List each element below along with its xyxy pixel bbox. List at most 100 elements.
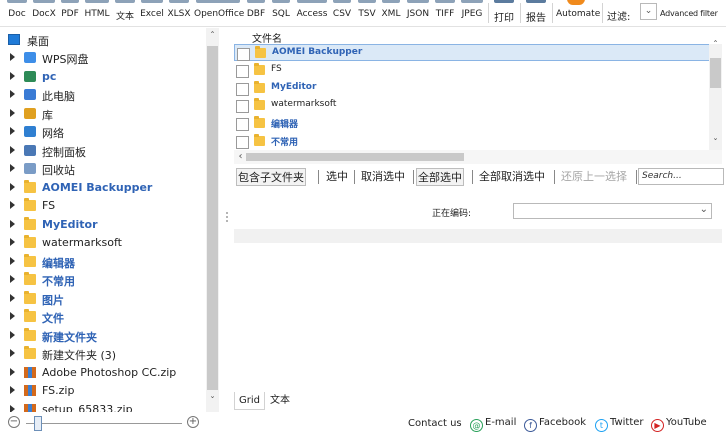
export-doc-button[interactable]: Doc	[5, 0, 29, 26]
file-list-vscroll-thumb[interactable]	[710, 58, 721, 88]
expand-arrow-icon[interactable]	[10, 201, 15, 209]
select-all-button[interactable]: 全部选中	[416, 168, 464, 186]
export-openoffice-button[interactable]: OpenOffice	[194, 0, 244, 26]
export-tiff-button[interactable]: TIFF	[433, 0, 457, 26]
tree-item[interactable]: 新建文件夹 (3)	[0, 345, 204, 363]
expand-arrow-icon[interactable]	[10, 404, 15, 412]
zoom-out-icon[interactable]: −	[8, 416, 20, 428]
expand-arrow-icon[interactable]	[10, 53, 15, 61]
row-checkbox[interactable]	[236, 82, 249, 96]
file-row[interactable]: AOMEI Backupper	[234, 44, 722, 61]
filename-column-header[interactable]: 文件名	[252, 30, 282, 45]
youtube-link[interactable]: ▶ YouTube	[651, 414, 707, 432]
automate-button[interactable]: Automate	[556, 0, 600, 26]
export-dbf-button[interactable]: DBF	[245, 0, 267, 26]
tree-item[interactable]: watermarksoft	[0, 234, 204, 252]
tree-item[interactable]: pc	[0, 68, 204, 86]
expand-arrow-icon[interactable]	[10, 164, 15, 172]
export-xlsx-button[interactable]: XLSX	[167, 0, 191, 26]
expand-arrow-icon[interactable]	[10, 349, 15, 357]
row-checkbox[interactable]	[236, 64, 249, 78]
restore-previous-selection-button[interactable]: 还原上一选择	[560, 168, 628, 186]
panel-splitter[interactable]	[222, 190, 232, 410]
tab-text[interactable]: 文本	[266, 392, 294, 410]
expand-arrow-icon[interactable]	[10, 145, 15, 154]
tree-item[interactable]: AOMEI Backupper	[0, 179, 204, 197]
export-pdf-button[interactable]: PDF	[59, 0, 81, 26]
export-sql-button[interactable]: SQL	[270, 0, 292, 26]
expand-arrow-icon[interactable]	[10, 386, 15, 394]
file-row[interactable]: 编辑器	[234, 115, 722, 132]
export-docx-button[interactable]: DocX	[31, 0, 57, 26]
expand-arrow-icon[interactable]	[10, 312, 15, 320]
row-checkbox[interactable]	[236, 100, 249, 114]
file-row[interactable]: FS	[234, 62, 722, 79]
deselect-button[interactable]: 取消选中	[360, 168, 406, 186]
scroll-down-icon[interactable]: ˇ	[709, 138, 722, 149]
tree-item[interactable]: WPS网盘	[0, 49, 204, 67]
zoom-in-icon[interactable]: +	[187, 416, 199, 428]
tree-item[interactable]: 回收站	[0, 160, 204, 178]
export-excel-button[interactable]: Excel	[139, 0, 165, 26]
expand-arrow-icon[interactable]	[10, 90, 15, 98]
tree-item[interactable]: 不常用	[0, 271, 204, 289]
expand-arrow-icon[interactable]	[10, 71, 15, 80]
scroll-down-icon[interactable]: ˇ	[206, 396, 219, 407]
print-button[interactable]: 打印	[492, 0, 516, 26]
tree-item[interactable]: 此电脑	[0, 86, 204, 104]
twitter-link[interactable]: t Twitter	[595, 414, 644, 432]
export-csv-button[interactable]: CSV	[331, 0, 353, 26]
row-checkbox[interactable]	[237, 48, 250, 61]
tree-item[interactable]: 网络	[0, 123, 204, 141]
row-checkbox[interactable]	[236, 136, 249, 149]
file-list-hscroll-thumb[interactable]	[246, 153, 464, 161]
facebook-link[interactable]: f Facebook	[524, 414, 586, 432]
export-jpeg-button[interactable]: JPEG	[459, 0, 485, 26]
zoom-slider-track[interactable]	[26, 423, 182, 424]
filter-dropdown-button[interactable]: ⌄	[640, 3, 657, 20]
export-text-button[interactable]: 文本	[113, 0, 137, 26]
tree-item[interactable]: 新建文件夹	[0, 327, 204, 345]
report-button[interactable]: 报告	[524, 0, 548, 26]
expand-arrow-icon[interactable]	[10, 182, 15, 191]
export-xml-button[interactable]: XML	[380, 0, 402, 26]
expand-arrow-icon[interactable]	[10, 108, 15, 117]
expand-arrow-icon[interactable]	[10, 330, 15, 339]
scroll-left-icon[interactable]: ‹	[234, 151, 247, 162]
export-tsv-button[interactable]: TSV	[356, 0, 378, 26]
tree-item[interactable]: setup_65833.zip	[0, 401, 204, 412]
tree-item[interactable]: MyEditor	[0, 216, 204, 234]
tab-grid[interactable]: Grid	[234, 392, 265, 410]
tree-item[interactable]: 文件	[0, 308, 204, 326]
email-link[interactable]: @ E-mail	[470, 414, 516, 432]
tree-item[interactable]: FS.zip	[0, 382, 204, 400]
export-html-button[interactable]: HTML	[83, 0, 111, 26]
scroll-up-icon[interactable]: ˆ	[206, 31, 219, 42]
expand-arrow-icon[interactable]	[10, 256, 15, 265]
tree-item[interactable]: 库	[0, 105, 204, 123]
select-button[interactable]: 选中	[325, 168, 349, 186]
include-subfolders-button[interactable]: 包含子文件夹	[236, 168, 306, 186]
expand-arrow-icon[interactable]	[10, 219, 15, 228]
export-access-button[interactable]: Access	[295, 0, 329, 26]
zoom-slider-thumb[interactable]	[34, 416, 42, 431]
scroll-up-icon[interactable]: ˆ	[709, 40, 722, 51]
search-input[interactable]: Search...	[638, 168, 724, 185]
deselect-all-button[interactable]: 全部取消选中	[478, 168, 546, 186]
advanced-filter-button[interactable]: Advanced filter	[660, 9, 718, 18]
encoding-select[interactable]: ⌄	[513, 203, 712, 219]
file-row[interactable]: 不常用	[234, 133, 722, 150]
expand-arrow-icon[interactable]	[10, 238, 15, 246]
expand-arrow-icon[interactable]	[10, 275, 15, 283]
tree-scrollbar-thumb[interactable]	[207, 46, 218, 390]
tree-item[interactable]: 控制面板	[0, 142, 204, 160]
file-row[interactable]: watermarksoft	[234, 97, 722, 114]
tree-item[interactable]: 图片	[0, 290, 204, 308]
expand-arrow-icon[interactable]	[10, 127, 15, 135]
tree-item[interactable]: Adobe Photoshop CC.zip	[0, 364, 204, 382]
row-checkbox[interactable]	[236, 118, 249, 132]
file-row[interactable]: MyEditor	[234, 80, 722, 97]
tree-item[interactable]: FS	[0, 197, 204, 215]
expand-arrow-icon[interactable]	[10, 293, 15, 302]
export-json-button[interactable]: JSON	[405, 0, 431, 26]
